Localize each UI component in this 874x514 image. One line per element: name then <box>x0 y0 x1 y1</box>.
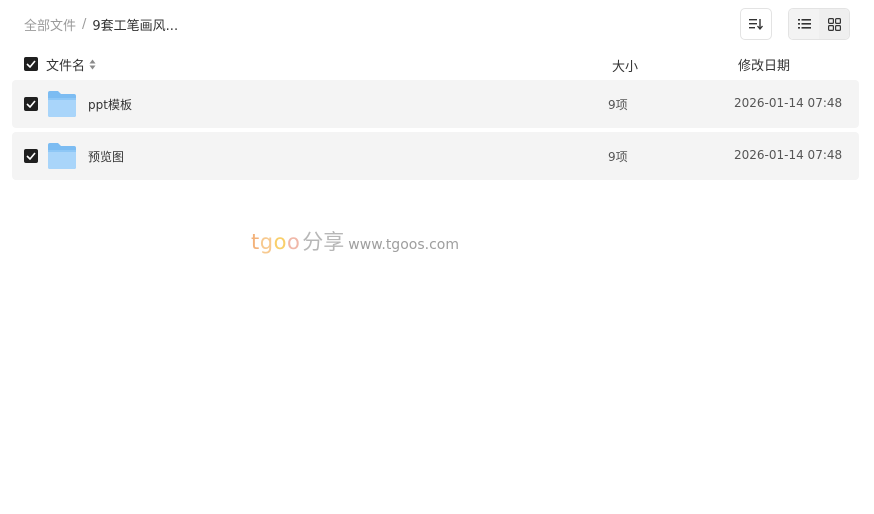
breadcrumb-separator: / <box>82 17 87 32</box>
watermark-brand-o1: o <box>273 230 287 254</box>
column-header-name[interactable]: 文件名 <box>46 55 96 74</box>
top-bar: 全部文件 / 9套工笔画风... <box>0 0 874 48</box>
row-date: 2026-01-14 07:48 <box>734 148 843 162</box>
watermark-brand-g: g <box>259 230 274 254</box>
check-icon <box>26 152 36 160</box>
watermark-brand-t: t <box>251 230 260 254</box>
column-header-size: 大小 <box>612 60 639 75</box>
row-date: 2026-01-14 07:48 <box>734 96 843 110</box>
folder-icon <box>48 91 76 117</box>
breadcrumb-current: 9套工笔画风... <box>92 19 179 34</box>
check-icon <box>26 100 36 108</box>
list-view-button[interactable] <box>789 9 819 39</box>
table-row[interactable]: ppt模板 9项 2026-01-14 07:48 <box>12 80 859 128</box>
sort-button[interactable] <box>740 8 772 40</box>
watermark-share: 分享 <box>302 230 345 254</box>
breadcrumb-root-link[interactable]: 全部文件 <box>24 15 76 34</box>
row-checkbox[interactable] <box>24 97 38 111</box>
watermark-url: www.tgoos.com <box>348 237 459 253</box>
row-name[interactable]: 预览图 <box>88 148 124 165</box>
grid-view-icon <box>827 17 841 31</box>
grid-view-button[interactable] <box>819 9 849 39</box>
row-size: 9项 <box>608 150 628 164</box>
column-header-name-label: 文件名 <box>46 59 86 74</box>
folder-icon <box>48 143 76 169</box>
column-header-date: 修改日期 <box>738 59 791 74</box>
watermark-brand-o2: o <box>286 230 301 254</box>
sort-icon <box>749 19 763 30</box>
breadcrumb: 全部文件 / 9套工笔画风... <box>24 15 178 34</box>
watermark: tgoo 分享 www.tgoos.com <box>251 226 459 256</box>
select-all-checkbox[interactable] <box>24 57 38 71</box>
row-size: 9项 <box>608 98 628 112</box>
watermark-brand: tgoo <box>251 230 300 254</box>
row-name[interactable]: ppt模板 <box>88 96 132 113</box>
table-header: 文件名 大小 修改日期 <box>12 52 859 76</box>
table-row[interactable]: 预览图 9项 2026-01-14 07:48 <box>12 132 859 180</box>
view-toggle <box>788 8 850 40</box>
list-view-icon <box>797 19 811 29</box>
row-checkbox[interactable] <box>24 149 38 163</box>
check-icon <box>26 60 36 68</box>
sort-arrows-icon <box>89 59 96 70</box>
